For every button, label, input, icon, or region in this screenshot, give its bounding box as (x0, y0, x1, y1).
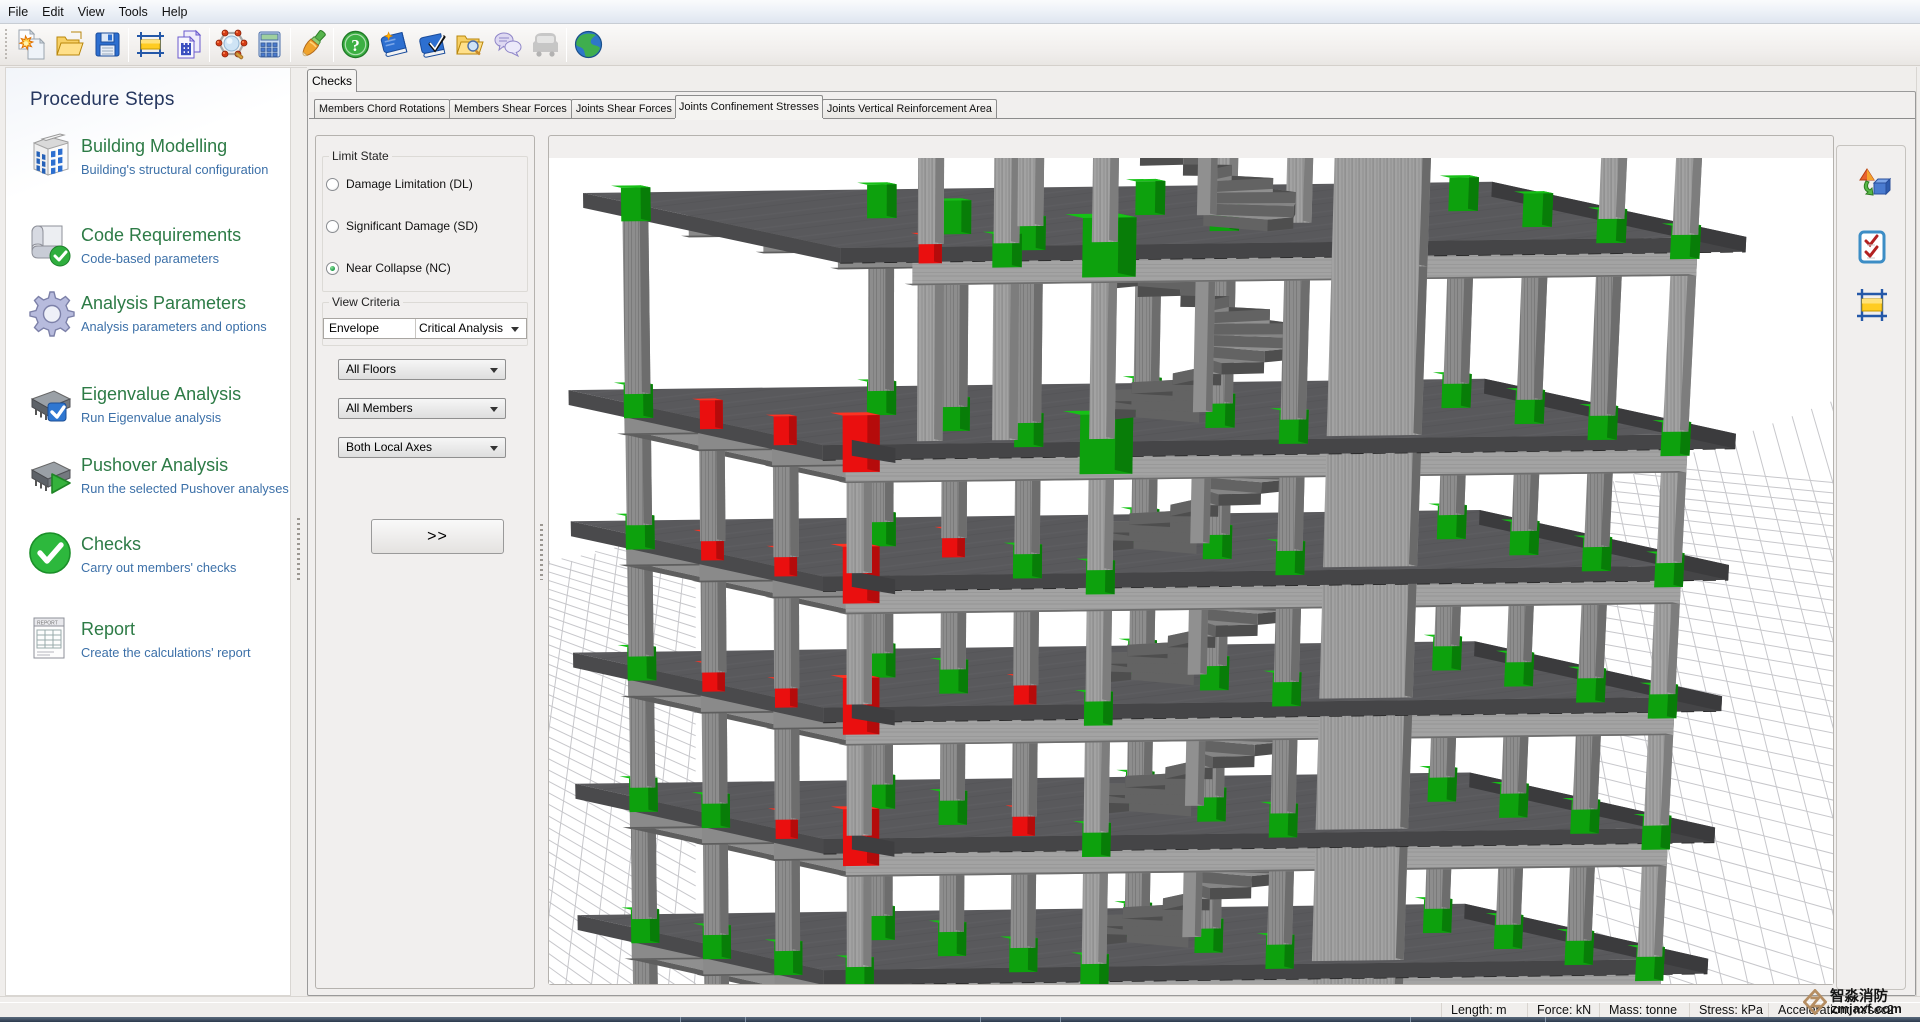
user-manual-button[interactable] (374, 26, 412, 64)
radio-near-collapse[interactable]: Near Collapse (NC) (326, 261, 451, 275)
view-criteria-label: View Criteria (329, 295, 403, 309)
deformed-shape-button[interactable] (1851, 164, 1893, 206)
members-arrow-icon[interactable] (490, 407, 498, 412)
toolbar-separator (290, 27, 291, 62)
procedure-steps-panel: Procedure Steps Building Modelling Build… (5, 67, 291, 996)
subtab-joints-shear-forces[interactable]: Joints Shear Forces (570, 99, 677, 118)
new-project-button[interactable] (12, 26, 50, 64)
envelope-value[interactable]: Envelope (324, 319, 416, 338)
menu-file[interactable]: File (1, 2, 35, 22)
taskbar-segment (1060, 1017, 1061, 1022)
step-icon-0 (24, 129, 76, 181)
subtab-joints-vertical-reinforcement-area[interactable]: Joints Vertical Reinforcement Area (821, 99, 997, 118)
watermark: 智淼消防 zmjaxf.com (1800, 985, 1920, 1018)
view-3d-model-button[interactable] (212, 26, 250, 64)
step-icon-6: REPORT (24, 612, 76, 664)
view-criteria-combo[interactable]: Envelope Critical Analysis (323, 318, 527, 339)
options-panel: Limit State Damage Limitation (DL) Signi… (315, 135, 535, 989)
axes-arrow-icon[interactable] (490, 446, 498, 451)
sidebar-title: Procedure Steps (30, 89, 175, 110)
radio-damage-limitation[interactable]: Damage Limitation (DL) (326, 177, 473, 191)
step-icon-5 (24, 527, 76, 579)
browse-results-button[interactable] (450, 26, 488, 64)
taskbar-strip (0, 1017, 1920, 1022)
step-icon-4 (24, 448, 76, 500)
status-mass: Mass: tonne (1599, 1003, 1689, 1018)
menu-tools[interactable]: Tools (112, 2, 155, 22)
status-bar: Length: m Force: kN Mass: tonne Stress: … (0, 1002, 1920, 1018)
open-project-button[interactable] (50, 26, 88, 64)
copy-report-button[interactable] (169, 26, 207, 64)
display-options-button[interactable] (293, 26, 331, 64)
forum-button[interactable] (488, 26, 526, 64)
taskbar-segment (980, 1017, 981, 1022)
window-edge-left (0, 67, 5, 1002)
radio-sd-circle[interactable] (326, 219, 339, 233)
subtab-joints-confinement-stresses[interactable]: Joints Confinement Stresses (674, 95, 823, 118)
menu-edit[interactable]: Edit (35, 2, 71, 22)
toolbar-grip[interactable] (4, 28, 9, 61)
options-splitter-grip[interactable] (538, 524, 545, 580)
svg-text:?: ? (351, 36, 360, 55)
watermark-logo-icon (1803, 989, 1827, 1015)
analysis-value[interactable]: Critical Analysis (416, 319, 526, 338)
floors-arrow-icon[interactable] (490, 368, 498, 373)
website-button[interactable] (569, 26, 607, 64)
save-project-button[interactable] (88, 26, 126, 64)
members-select[interactable]: All Members (338, 398, 506, 419)
model-canvas[interactable] (549, 158, 1833, 984)
watermark-url: zmjaxf.com (1831, 1001, 1902, 1016)
toolbar-separator (209, 27, 210, 62)
toolbar-separator (128, 27, 129, 62)
menu-view[interactable]: View (71, 2, 112, 22)
building-modeller-button[interactable] (131, 26, 169, 64)
status-force: Force: kN (1527, 1003, 1599, 1018)
main-area: Checks Members Chord Rotations Members Sh… (307, 67, 1916, 996)
window-edge-right (1916, 67, 1920, 1002)
axes-select[interactable]: Both Local Axes (338, 437, 506, 458)
taskbar-segment (680, 1017, 681, 1022)
toolbar-buttons: ? (12, 26, 607, 64)
support-disabled-button[interactable] (526, 26, 564, 64)
taskbar-segment (745, 1017, 746, 1022)
tab-checks[interactable]: Checks (307, 69, 357, 92)
radio-nc-circle[interactable] (326, 261, 339, 275)
joints-confinement-content: Limit State Damage Limitation (DL) Signi… (309, 118, 1915, 995)
taskbar-segment (1545, 1017, 1546, 1022)
calculations-button[interactable] (250, 26, 288, 64)
subtab-members-chord-rotations[interactable]: Members Chord Rotations (314, 99, 451, 118)
model-viewport (548, 135, 1834, 985)
step-icon-2 (24, 286, 76, 338)
status-length: Length: m (1441, 1003, 1527, 1018)
step-icon-1 (24, 218, 76, 270)
menu-help[interactable]: Help (155, 2, 195, 22)
svg-text:REPORT: REPORT (37, 621, 58, 627)
member-section-button[interactable] (1851, 284, 1893, 326)
status-stress: Stress: kPa (1689, 1003, 1768, 1018)
taskbar-segment (1410, 1017, 1411, 1022)
model-3d (549, 158, 1833, 984)
apply-button[interactable]: >> (371, 519, 504, 554)
subtab-members-shear-forces[interactable]: Members Shear Forces (449, 99, 572, 118)
sidebar-splitter-grip[interactable] (295, 518, 302, 580)
limit-state-label: Limit State (329, 149, 392, 163)
floors-select[interactable]: All Floors (338, 359, 506, 380)
step-icon-3 (24, 377, 76, 429)
help-button[interactable]: ? (336, 26, 374, 64)
checks-list-button[interactable] (1851, 226, 1893, 268)
checks-frame: Members Chord Rotations Members Shear For… (307, 91, 1916, 996)
toolbar: ? (0, 24, 1920, 66)
radio-significant-damage[interactable]: Significant Damage (SD) (326, 219, 478, 233)
radio-dl-circle[interactable] (326, 177, 339, 191)
combo-arrow-icon[interactable] (511, 327, 519, 332)
toolbar-separator (566, 27, 567, 62)
right-toolbox (1836, 145, 1906, 990)
toolbar-separator (333, 27, 334, 62)
verification-report-button[interactable] (412, 26, 450, 64)
menu-bar: File Edit View Tools Help (0, 0, 1920, 24)
